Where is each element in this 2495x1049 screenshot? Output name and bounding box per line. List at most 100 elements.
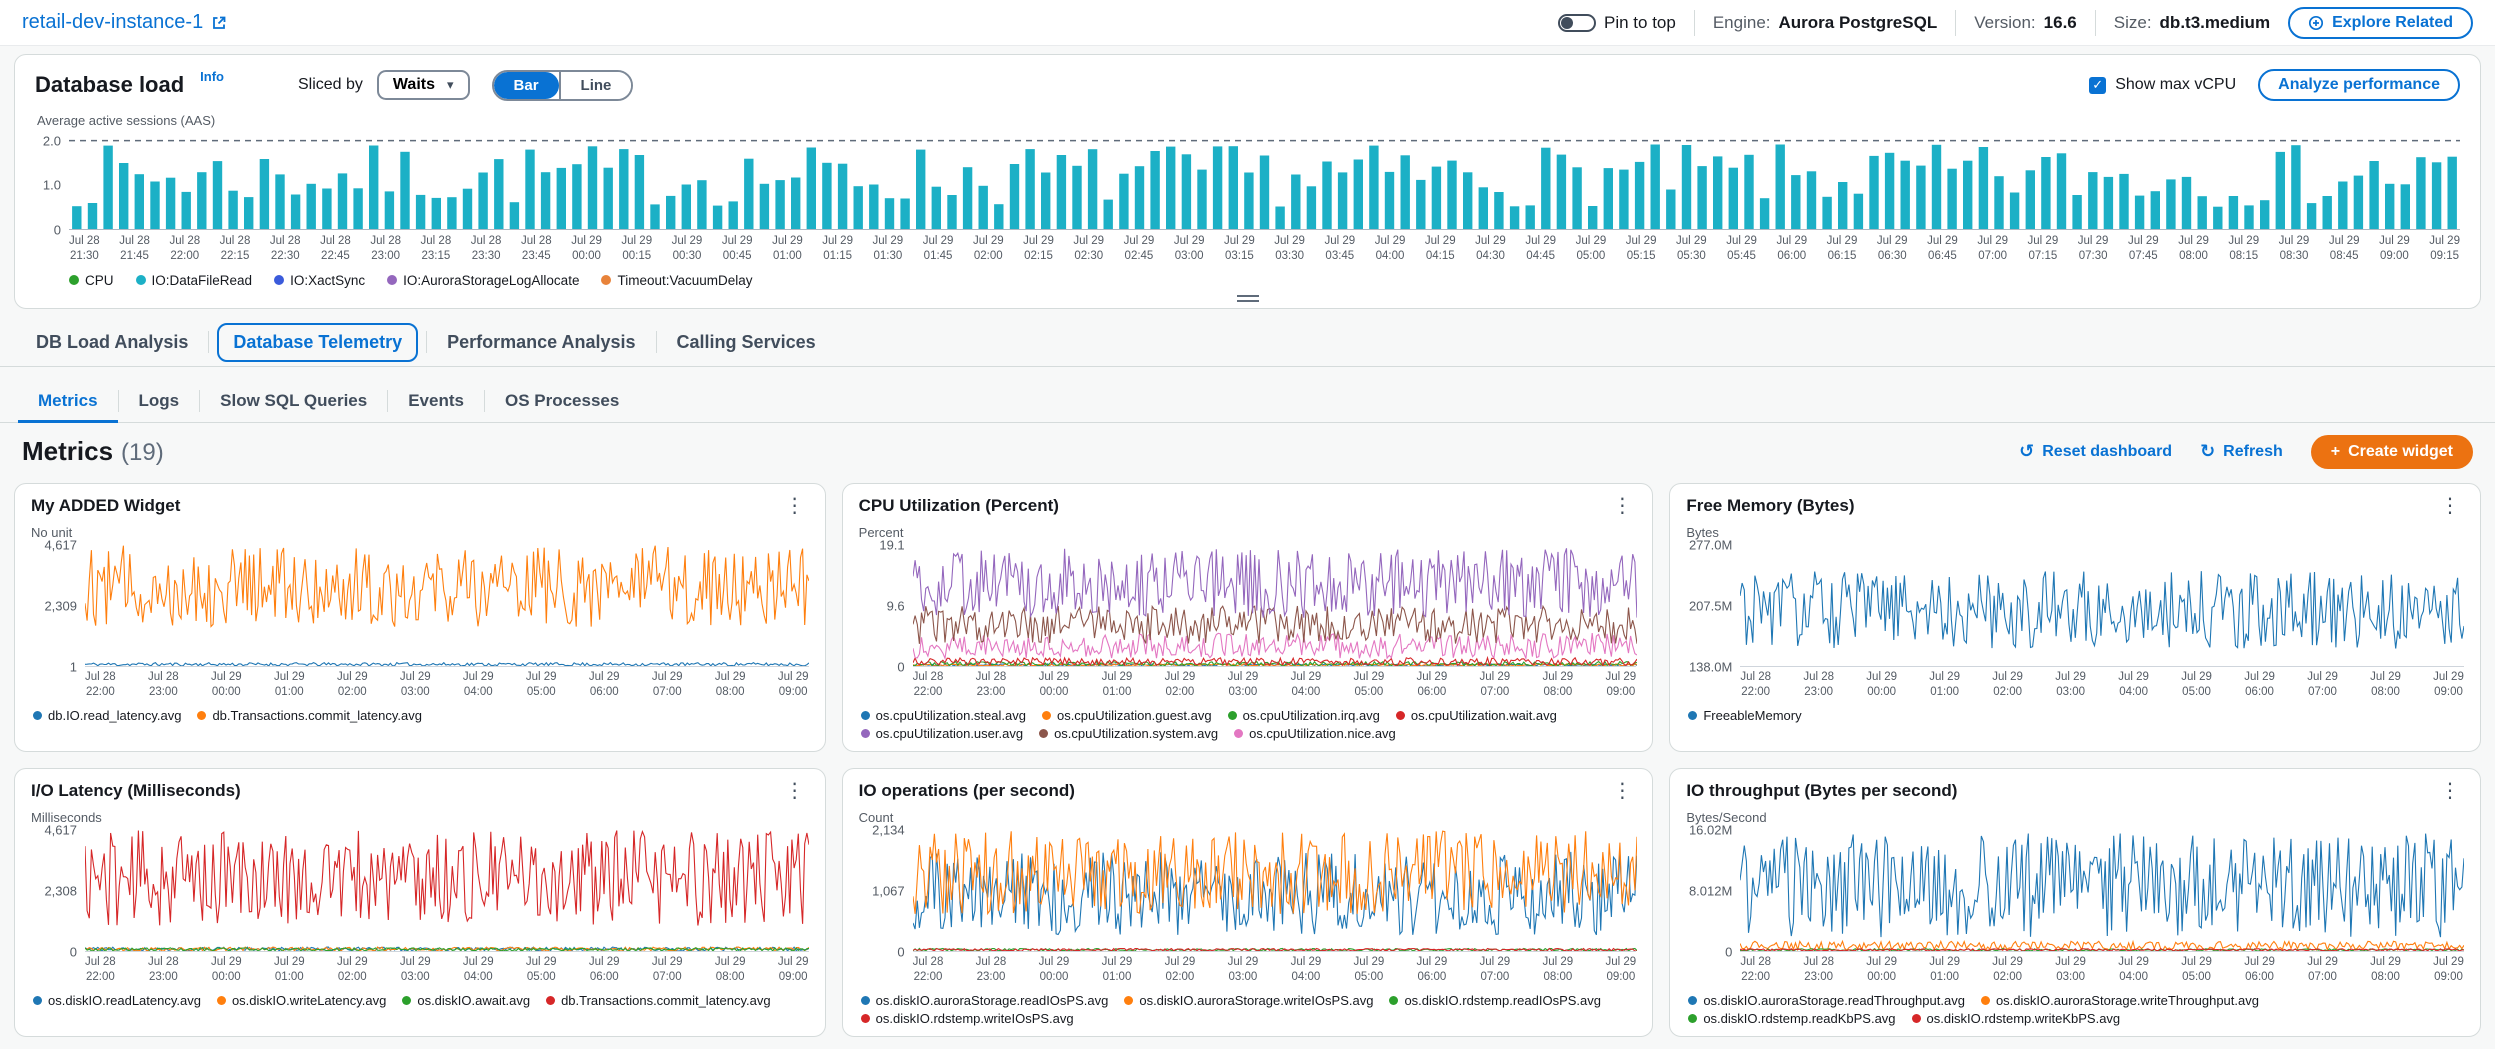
instance-name-link[interactable]: retail-dev-instance-1: [22, 11, 227, 34]
x-axis-label: Jul 2901:00: [1102, 670, 1133, 700]
show-max-vcpu-checkbox[interactable]: ✓ Show max vCPU: [2089, 76, 2236, 94]
y-axis-tick: 0: [1725, 944, 1732, 959]
widget-y-axis: 4,6172,3091: [31, 545, 85, 667]
line-view-option[interactable]: Line: [561, 72, 632, 99]
x-axis-label: Jul 2823:00: [148, 670, 179, 700]
analyze-performance-button[interactable]: Analyze performance: [2258, 69, 2460, 101]
x-axis-label: Jul 2822:00: [913, 670, 944, 700]
explore-related-button[interactable]: Explore Related: [2288, 7, 2473, 39]
widget-plot-area[interactable]: [913, 545, 1637, 667]
legend-item[interactable]: os.diskIO.await.avg: [402, 993, 530, 1008]
widget-header: I/O Latency (Milliseconds)⋮: [31, 781, 809, 801]
subtab-logs[interactable]: Logs: [119, 381, 200, 423]
widget-menu-button[interactable]: ⋮: [1608, 781, 1636, 801]
x-axis-label: Jul 2909:15: [2429, 234, 2460, 264]
legend-item[interactable]: os.diskIO.rdstemp.readKbPS.avg: [1688, 1011, 1895, 1026]
legend-label: os.cpuUtilization.system.avg: [1054, 726, 1218, 741]
subtab-metrics[interactable]: Metrics: [18, 381, 118, 423]
legend-item[interactable]: db.Transactions.commit_latency.avg: [197, 708, 422, 723]
legend-item[interactable]: os.diskIO.readLatency.avg: [33, 993, 201, 1008]
x-axis-label: Jul 2904:00: [463, 955, 494, 985]
subtab-os-processes[interactable]: OS Processes: [485, 381, 639, 423]
x-axis-label: Jul 2900:15: [621, 234, 652, 264]
widget-menu-button[interactable]: ⋮: [781, 496, 809, 516]
legend-item[interactable]: os.diskIO.writeLatency.avg: [217, 993, 386, 1008]
x-axis-label: Jul 2907:00: [1480, 955, 1511, 985]
legend-label: CPU: [85, 273, 114, 288]
widget-menu-button[interactable]: ⋮: [2436, 496, 2464, 516]
legend-item[interactable]: os.diskIO.rdstemp.writeKbPS.avg: [1912, 1011, 2121, 1026]
legend-item[interactable]: FreeableMemory: [1688, 708, 1801, 723]
db-load-plot-area[interactable]: [69, 134, 2460, 230]
x-axis-label: Jul 2904:15: [1425, 234, 1456, 264]
x-axis-label: Jul 2900:00: [211, 955, 242, 985]
legend-item[interactable]: IO:AuroraStorageLogAllocate: [387, 273, 579, 288]
x-axis-label: Jul 2904:00: [1375, 234, 1406, 264]
widget-menu-button[interactable]: ⋮: [1608, 496, 1636, 516]
widget-unit-label: Milliseconds: [31, 810, 809, 825]
widget-legend: os.diskIO.readLatency.avg os.diskIO.write…: [33, 993, 809, 1008]
widget-y-axis: 19.19.60: [859, 545, 913, 667]
widget-menu-button[interactable]: ⋮: [781, 781, 809, 801]
x-axis-label: Jul 2823:15: [421, 234, 452, 264]
legend-item[interactable]: os.cpuUtilization.guest.avg: [1042, 708, 1212, 723]
pin-to-top-toggle[interactable]: [1558, 14, 1596, 32]
legend-item[interactable]: IO:DataFileRead: [136, 273, 253, 288]
legend-item[interactable]: IO:XactSync: [274, 273, 365, 288]
x-axis-label: Jul 2904:00: [2118, 670, 2149, 700]
widget-header: Free Memory (Bytes)⋮: [1686, 496, 2464, 516]
y-axis-tick: 277.0M: [1689, 537, 1732, 552]
x-axis-label: Jul 2822:15: [220, 234, 251, 264]
legend-item[interactable]: db.Transactions.commit_latency.avg: [546, 993, 771, 1008]
widget-chart: 277.0M207.5M138.0M: [1686, 545, 2464, 667]
legend-item[interactable]: os.cpuUtilization.system.avg: [1039, 726, 1218, 741]
refresh-button[interactable]: ↻ Refresh: [2200, 441, 2283, 462]
subtab-slow-sql-queries[interactable]: Slow SQL Queries: [200, 381, 387, 423]
page-header: retail-dev-instance-1 Pin to top Engine:…: [0, 0, 2495, 46]
tab-performance-analysis[interactable]: Performance Analysis: [427, 321, 655, 364]
legend-color-dot: [1981, 996, 1990, 1005]
legend-color-dot: [1389, 996, 1398, 1005]
widget-menu-button[interactable]: ⋮: [2436, 781, 2464, 801]
x-axis-label: Jul 2905:30: [1676, 234, 1707, 264]
legend-item[interactable]: CPU: [69, 273, 114, 288]
bar-view-option[interactable]: Bar: [494, 72, 559, 99]
subtab-events[interactable]: Events: [388, 381, 484, 423]
legend-item[interactable]: os.cpuUtilization.steal.avg: [861, 708, 1026, 723]
legend-item[interactable]: os.cpuUtilization.user.avg: [861, 726, 1023, 741]
x-axis-label: Jul 2901:30: [873, 234, 904, 264]
widget-plot-area[interactable]: [1740, 545, 2464, 667]
legend-item[interactable]: os.diskIO.auroraStorage.writeIOsPS.avg: [1124, 993, 1373, 1008]
info-link[interactable]: Info: [200, 69, 224, 84]
tab-database-telemetry[interactable]: Database Telemetry: [217, 323, 418, 362]
tab-db-load-analysis[interactable]: DB Load Analysis: [16, 321, 208, 364]
widget-plot-area[interactable]: [85, 545, 809, 667]
x-axis-label: Jul 2901:15: [822, 234, 853, 264]
legend-item[interactable]: db.IO.read_latency.avg: [33, 708, 181, 723]
legend-item[interactable]: os.cpuUtilization.irq.avg: [1228, 708, 1380, 723]
legend-item[interactable]: os.diskIO.auroraStorage.readThroughput.a…: [1688, 993, 1965, 1008]
legend-color-dot: [136, 275, 146, 285]
x-axis-label: Jul 2902:00: [1165, 955, 1196, 985]
resize-handle[interactable]: [1233, 295, 1263, 302]
legend-item[interactable]: os.diskIO.rdstemp.writeIOsPS.avg: [861, 1011, 1074, 1026]
legend-item[interactable]: os.cpuUtilization.nice.avg: [1234, 726, 1396, 741]
legend-item[interactable]: os.diskIO.auroraStorage.readIOsPS.avg: [861, 993, 1109, 1008]
tab-calling-services[interactable]: Calling Services: [657, 321, 836, 364]
engine-label: Engine:: [1713, 13, 1771, 33]
legend-item[interactable]: os.diskIO.rdstemp.readIOsPS.avg: [1389, 993, 1601, 1008]
legend-item[interactable]: os.cpuUtilization.wait.avg: [1396, 708, 1557, 723]
sliced-by-select[interactable]: Waits ▾: [377, 70, 470, 100]
x-axis-label: Jul 2901:00: [772, 234, 803, 264]
external-link-icon: [211, 15, 227, 31]
widget-plot-area[interactable]: [913, 830, 1637, 952]
widget-plot-area[interactable]: [1740, 830, 2464, 952]
widget-plot-area[interactable]: [85, 830, 809, 952]
db-load-legend: CPU IO:DataFileRead IO:XactSync IO:AuroraSt…: [69, 273, 2460, 288]
legend-color-dot: [69, 275, 79, 285]
create-widget-button[interactable]: + Create widget: [2311, 435, 2473, 469]
x-axis-label: Jul 2901:00: [274, 955, 305, 985]
reset-dashboard-button[interactable]: ↺ Reset dashboard: [2019, 441, 2172, 462]
legend-item[interactable]: Timeout:VacuumDelay: [601, 273, 752, 288]
legend-item[interactable]: os.diskIO.auroraStorage.writeThroughput.…: [1981, 993, 2259, 1008]
